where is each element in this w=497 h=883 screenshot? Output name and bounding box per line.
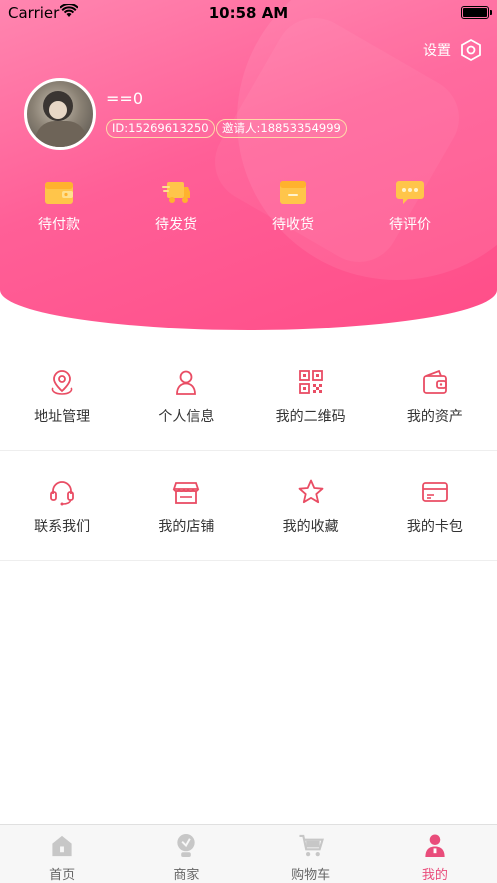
- tab-label: 商家: [173, 868, 200, 883]
- wallet-icon: [45, 182, 73, 204]
- tab-label: 购物车: [291, 868, 331, 883]
- settings-button[interactable]: 设置: [423, 38, 483, 62]
- status-time: 10:58 AM: [208, 4, 289, 22]
- menu-label: 我的资产: [406, 409, 463, 425]
- merchant-icon: [177, 833, 196, 858]
- menu-label: 地址管理: [34, 409, 91, 425]
- menu-label: 我的二维码: [275, 409, 346, 425]
- store-icon: [173, 482, 200, 504]
- star-icon: [298, 479, 324, 504]
- user-icon: [176, 370, 197, 395]
- order-label: 待发货: [155, 217, 197, 233]
- menu-label: 我的收藏: [282, 519, 339, 535]
- tab-home[interactable]: 首页: [0, 825, 124, 883]
- comment-icon: [396, 181, 424, 204]
- tab-label: 我的: [421, 868, 448, 883]
- headset-icon: [50, 481, 75, 506]
- order-shortcuts: 待付款 待发货 待收货 待评价: [0, 178, 497, 238]
- menu-item-address[interactable]: 地址管理: [0, 341, 124, 450]
- settings-label: 设置: [423, 43, 451, 59]
- menu-item-contact[interactable]: 联系我们: [0, 451, 124, 560]
- tab-label: 首页: [49, 868, 76, 883]
- user-nickname: ==0: [106, 89, 143, 108]
- truck-icon: [162, 182, 190, 203]
- avatar[interactable]: [24, 78, 96, 150]
- wallet-icon: [422, 369, 447, 394]
- menu-label: 我的店铺: [158, 519, 215, 535]
- profile-icon: [425, 834, 445, 858]
- cart-icon: [299, 834, 324, 857]
- menu-item-assets[interactable]: 我的资产: [373, 341, 497, 450]
- menu-row: 联系我们 我的店铺 我的收藏 我的卡包: [0, 451, 497, 561]
- menu-item-store[interactable]: 我的店铺: [124, 451, 248, 560]
- menu-item-qrcode[interactable]: 我的二维码: [249, 341, 373, 450]
- card-icon: [421, 482, 448, 502]
- menu-item-cards[interactable]: 我的卡包: [373, 451, 497, 560]
- home-icon: [52, 835, 72, 857]
- user-id-badge: ID:15269613250: [106, 119, 215, 138]
- menu-item-favorites[interactable]: 我的收藏: [249, 451, 373, 560]
- inviter-badge: 邀请人:18853354999: [216, 119, 347, 138]
- status-bar: Carrier 10:58 AM: [0, 0, 497, 26]
- gear-icon: [459, 38, 483, 62]
- battery-icon: [461, 6, 492, 19]
- menu-label: 个人信息: [158, 409, 215, 425]
- menu-label: 联系我们: [34, 519, 91, 535]
- order-label: 待收货: [272, 217, 314, 233]
- order-pending-shipment[interactable]: 待发货: [131, 178, 221, 234]
- menu-row: 地址管理 个人信息 我的二维码 我的资产: [0, 341, 497, 451]
- menu-label: 我的卡包: [406, 519, 463, 535]
- box-icon: [280, 181, 306, 204]
- feature-menu: 地址管理 个人信息 我的二维码 我的资产 联系我们 我的店铺 我的收藏 我的卡包: [0, 341, 497, 561]
- order-label: 待评价: [389, 217, 431, 233]
- tab-bar: 首页 商家 购物车 我的: [0, 824, 497, 883]
- menu-item-profile[interactable]: 个人信息: [124, 341, 248, 450]
- order-label: 待付款: [38, 217, 80, 233]
- order-pending-payment[interactable]: 待付款: [14, 178, 104, 234]
- order-pending-receipt[interactable]: 待收货: [248, 178, 338, 234]
- tab-merchant[interactable]: 商家: [124, 825, 248, 883]
- tab-profile[interactable]: 我的: [373, 825, 497, 883]
- tab-cart[interactable]: 购物车: [249, 825, 373, 883]
- order-pending-review[interactable]: 待评价: [365, 178, 455, 234]
- location-icon: [51, 370, 73, 395]
- qrcode-icon: [298, 370, 323, 394]
